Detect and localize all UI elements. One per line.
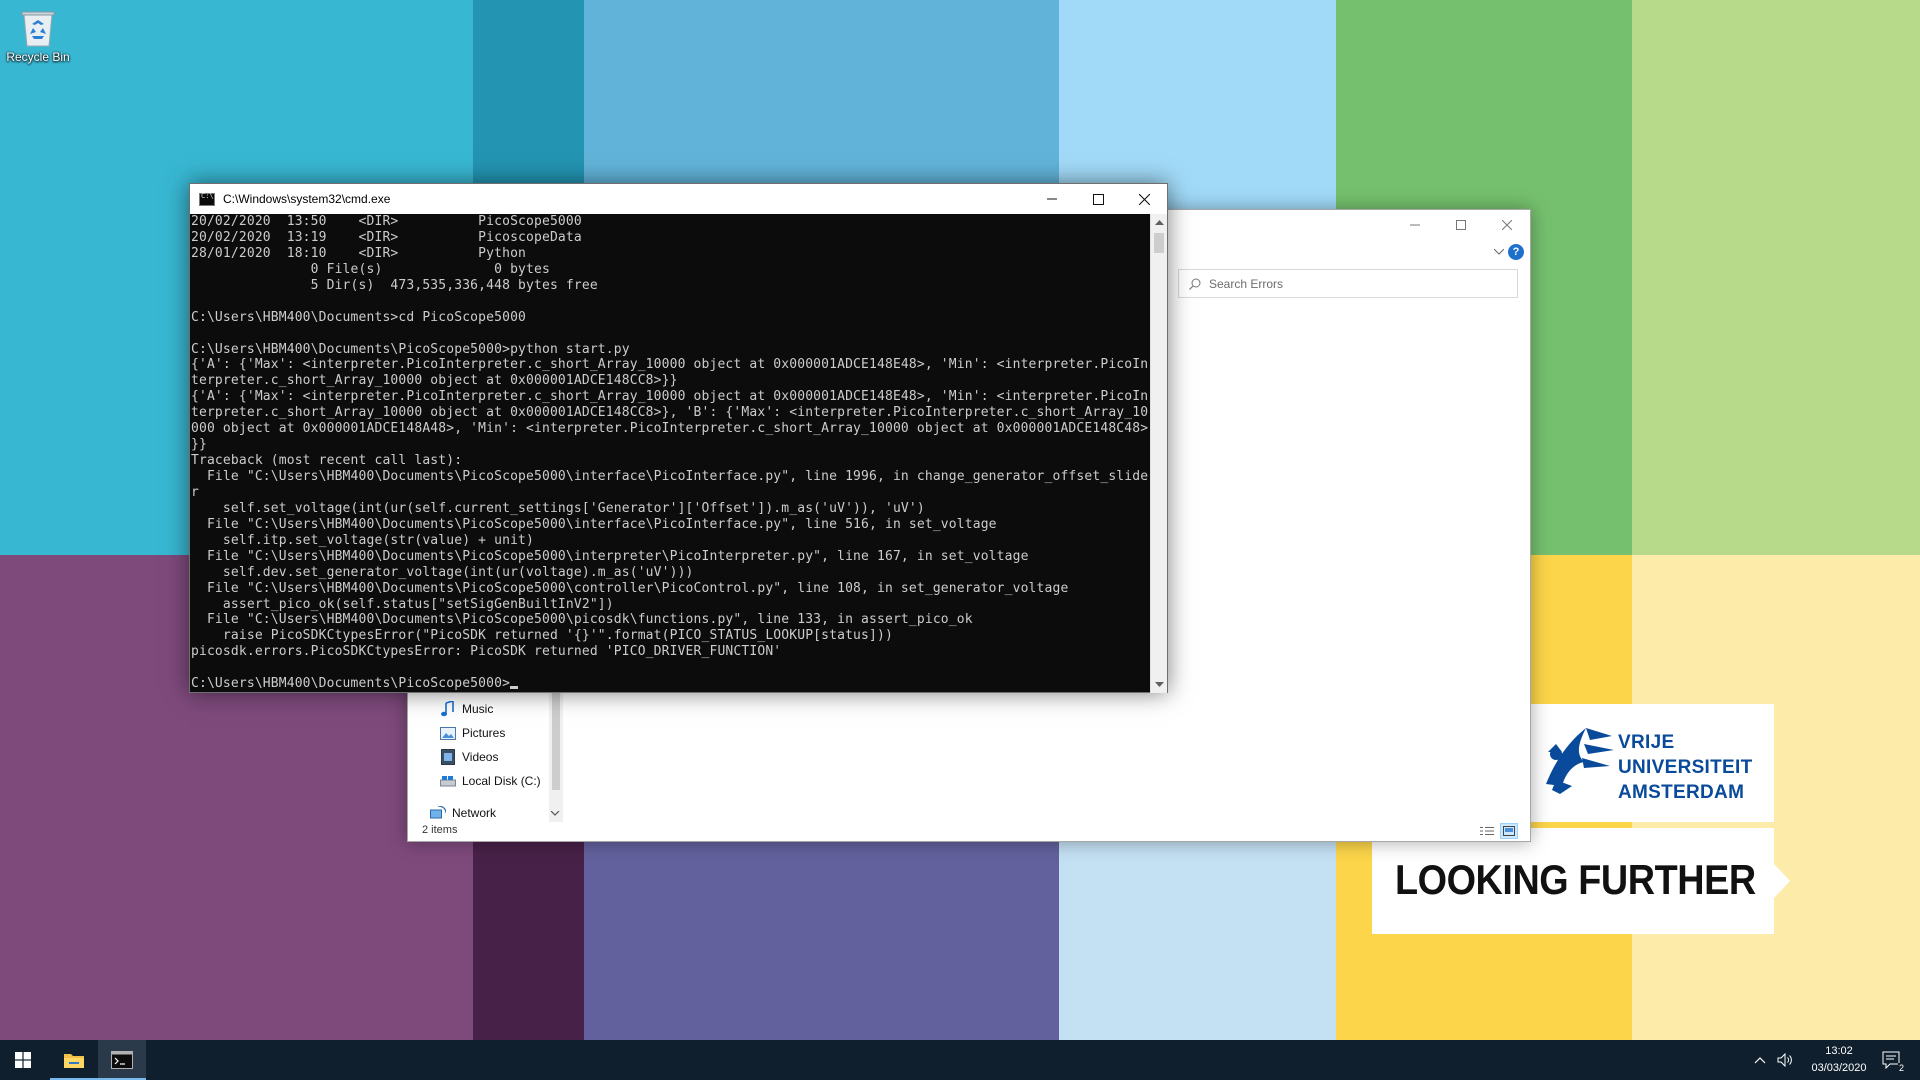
nav-item-pictures[interactable]: Pictures xyxy=(440,723,505,743)
volume-button[interactable] xyxy=(1772,1040,1800,1080)
navigation-pane-scrollbar[interactable] xyxy=(549,690,563,822)
taskbar-file-explorer-button[interactable] xyxy=(50,1040,98,1080)
scroll-down-button[interactable] xyxy=(550,809,560,820)
chevron-down-icon xyxy=(550,810,560,816)
vu-logo-text: VRIJE UNIVERSITEIT AMSTERDAM xyxy=(1618,730,1753,805)
scrollbar-thumb[interactable] xyxy=(1154,233,1164,253)
scrollbar-thumb[interactable] xyxy=(552,690,560,790)
scroll-down-button[interactable] xyxy=(1151,676,1168,693)
cmd-window-title: C:\Windows\system32\cmd.exe xyxy=(223,192,391,206)
nav-item-local-disk[interactable]: Local Disk (C:) xyxy=(440,771,541,791)
show-hidden-icons-button[interactable] xyxy=(1748,1040,1772,1080)
chevron-up-icon xyxy=(1155,220,1164,225)
cmd-maximize-button[interactable] xyxy=(1075,184,1121,214)
close-icon xyxy=(1138,193,1150,205)
slogan-text: LOOKING FURTHER xyxy=(1395,856,1756,903)
search-icon xyxy=(1189,278,1201,290)
help-icon: ? xyxy=(1512,246,1520,258)
chevron-up-icon xyxy=(1754,1056,1766,1063)
taskbar-command-prompt-button[interactable] xyxy=(98,1040,146,1080)
nav-item-label: Pictures xyxy=(462,726,506,740)
clock-date: 03/03/2020 xyxy=(1811,1062,1867,1074)
large-icons-view-button[interactable] xyxy=(1500,823,1518,839)
help-button[interactable]: ? xyxy=(1508,244,1524,260)
nav-item-videos[interactable]: Videos xyxy=(440,747,498,767)
windows-logo-icon xyxy=(15,1052,31,1068)
cmd-title-bar[interactable]: C:\Windows\system32\cmd.exe xyxy=(190,184,1167,214)
cmd-close-button[interactable] xyxy=(1121,184,1167,214)
chevron-down-icon xyxy=(1155,682,1164,687)
speaker-icon xyxy=(1777,1053,1792,1067)
action-center-button[interactable]: 2 xyxy=(1874,1040,1910,1080)
explorer-window-controls xyxy=(1392,210,1530,240)
taskbar: 13:02 03/03/2020 2 xyxy=(0,1040,1920,1080)
cmd-minimize-button[interactable] xyxy=(1029,184,1075,214)
pictures-icon xyxy=(440,725,456,741)
cmd-app-icon xyxy=(199,192,215,206)
folder-icon xyxy=(64,1054,84,1068)
taskbar-clock[interactable]: 13:02 03/03/2020 xyxy=(1807,1043,1871,1077)
nav-item-label: Music xyxy=(462,702,494,716)
maximize-icon xyxy=(1456,220,1466,230)
network-icon xyxy=(430,805,446,821)
recycle-bin-icon xyxy=(21,11,55,47)
local-disk-icon xyxy=(440,773,456,789)
expand-ribbon-button[interactable] xyxy=(1493,246,1505,258)
wallpaper-block xyxy=(1632,0,1920,555)
details-view-button[interactable] xyxy=(1478,823,1496,839)
status-bar: 2 items xyxy=(408,820,1530,841)
scroll-up-button[interactable] xyxy=(1151,214,1168,231)
nav-item-label: Videos xyxy=(462,750,499,764)
explorer-minimize-button[interactable] xyxy=(1392,210,1438,240)
search-input[interactable] xyxy=(1209,276,1509,291)
maximize-icon xyxy=(1092,193,1104,205)
minimize-icon xyxy=(1410,224,1420,226)
explorer-maximize-button[interactable] xyxy=(1438,210,1484,240)
vu-logo: VRIJE UNIVERSITEIT AMSTERDAM xyxy=(1524,704,1774,822)
console-scrollbar[interactable] xyxy=(1150,214,1167,693)
vu-logo-line-2: UNIVERSITEIT xyxy=(1618,757,1753,778)
chevron-down-icon xyxy=(1493,248,1505,255)
command-prompt-icon xyxy=(111,1051,133,1069)
explorer-close-button[interactable] xyxy=(1484,210,1530,240)
vu-logo-line-3: AMSTERDAM xyxy=(1618,782,1745,803)
cmd-window-controls xyxy=(1029,184,1167,214)
slogan-banner: LOOKING FURTHER xyxy=(1372,828,1790,934)
command-prompt-window[interactable]: C:\Windows\system32\cmd.exe 20/02/2020 1… xyxy=(189,183,1168,693)
videos-icon xyxy=(440,749,456,765)
item-count: 2 items xyxy=(422,824,458,836)
notification-count-badge: 2 xyxy=(1897,1063,1905,1073)
griffin-logo-icon xyxy=(1546,728,1614,794)
nav-item-label: Local Disk (C:) xyxy=(462,774,541,788)
large-icons-view-icon xyxy=(1503,826,1515,836)
clock-time: 13:02 xyxy=(1825,1045,1853,1057)
vu-logo-line-1: VRIJE xyxy=(1618,732,1675,753)
console-output-text: 20/02/2020 13:50 <DIR> PicoScope5000 20/… xyxy=(191,214,1149,692)
recycle-bin-shortcut[interactable]: Recycle Bin xyxy=(4,6,72,64)
console-output-area[interactable]: 20/02/2020 13:50 <DIR> PicoScope5000 20/… xyxy=(190,214,1151,693)
text-cursor xyxy=(510,686,519,690)
recycle-bin-label: Recycle Bin xyxy=(6,50,70,64)
start-button[interactable] xyxy=(0,1040,46,1080)
nav-item-label: Network xyxy=(452,806,497,820)
minimize-icon xyxy=(1047,198,1057,200)
music-icon xyxy=(440,701,456,717)
details-view-icon xyxy=(1480,827,1494,835)
nav-item-music[interactable]: Music xyxy=(440,699,493,719)
search-box[interactable] xyxy=(1178,269,1518,298)
close-icon xyxy=(1502,220,1512,230)
view-toggle-group xyxy=(1478,823,1518,839)
